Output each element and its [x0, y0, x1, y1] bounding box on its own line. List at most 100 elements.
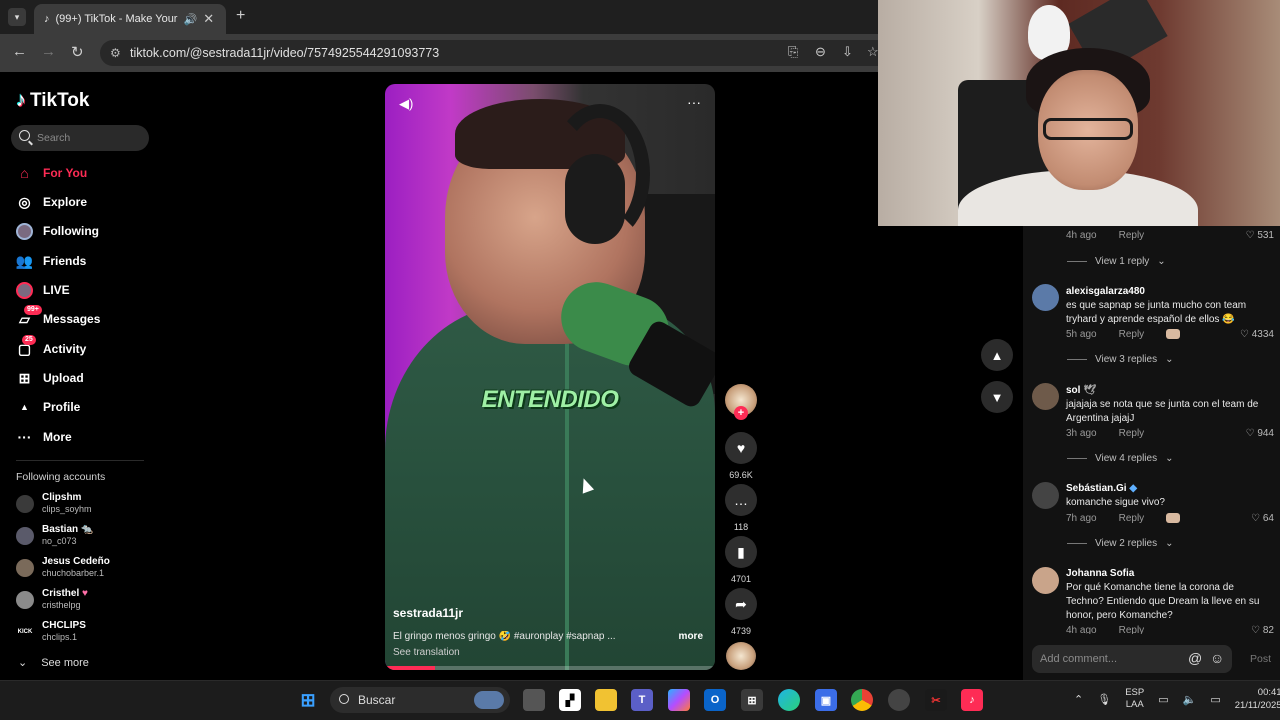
account-item[interactable]: Jesus Cedeño chuchobarber.1	[16, 556, 110, 579]
close-tab-icon[interactable]: ✕	[203, 11, 214, 27]
clock[interactable]: 00:41 21/11/2025	[1235, 686, 1280, 712]
more-options-icon[interactable]: ···	[687, 94, 701, 110]
volume-icon[interactable]: 🔈	[1183, 693, 1197, 706]
nav-explore[interactable]: ◎ Explore	[16, 192, 87, 212]
volume-icon[interactable]: ◀)	[399, 96, 413, 112]
new-tab-icon[interactable]: +	[236, 7, 245, 25]
network-icon[interactable]: ▭	[1158, 693, 1168, 706]
zoom-icon[interactable]: ⊖	[815, 44, 826, 60]
nav-messages[interactable]: ▱ 99+ Messages	[16, 304, 100, 329]
bookmark-star-icon[interactable]: ☆	[867, 44, 879, 60]
teams-icon[interactable]: T	[631, 689, 653, 711]
search-input[interactable]: Search	[11, 125, 149, 151]
tab-search-icon[interactable]: ▾	[8, 8, 26, 26]
view-replies-button[interactable]: View 1 reply ⌄	[1067, 256, 1166, 267]
reload-icon[interactable]: ↻	[71, 43, 84, 61]
nav-more[interactable]: ··· More	[16, 427, 72, 447]
post-button[interactable]: Post	[1250, 653, 1271, 665]
view-replies-button[interactable]: View 4 replies ⌄	[1067, 453, 1173, 464]
see-translation-link[interactable]: See translation	[393, 647, 460, 658]
comment-author[interactable]: Johanna Sofia	[1066, 568, 1134, 579]
nav-friends[interactable]: 👥 Friends	[16, 251, 87, 271]
outlook-icon[interactable]: O	[704, 689, 726, 711]
next-video-button[interactable]: ▼	[981, 381, 1013, 413]
nav-following[interactable]: Following	[16, 221, 99, 241]
comment-meta: 4h ago Reply	[1066, 230, 1145, 241]
webcam-glasses	[1043, 118, 1133, 140]
battery-icon[interactable]: ▭	[1210, 693, 1220, 706]
emoji-icon[interactable]: ☺	[1210, 650, 1224, 666]
task-view-icon[interactable]	[523, 689, 545, 711]
capcut-icon[interactable]: ✂	[925, 689, 947, 711]
account-item[interactable]: KICK CHCLIPS chclips.1	[16, 620, 86, 643]
avatar	[16, 494, 34, 513]
nav-upload[interactable]: ⊞ Upload	[16, 368, 84, 388]
comment-like[interactable]: ♡ 944	[1246, 428, 1274, 439]
creator-liked-icon	[1166, 329, 1181, 339]
account-item[interactable]: Clipshm clips_soyhm	[16, 492, 92, 515]
translate-icon[interactable]: ⎘	[788, 44, 798, 60]
comment-meta: 7h ago Reply	[1066, 513, 1181, 524]
reply-button[interactable]: Reply	[1119, 329, 1145, 340]
copilot-icon[interactable]	[668, 689, 690, 711]
account-item[interactable]: Bastian 🐀 no_c073	[16, 524, 93, 547]
back-icon[interactable]: ←	[12, 43, 27, 60]
share-button[interactable]: ➦ 4739	[724, 588, 758, 636]
language-indicator[interactable]: ESP LAA	[1125, 687, 1144, 711]
app-icon[interactable]: ▣	[815, 689, 837, 711]
comment-text: jajajaja se nota que se junta con el tea…	[1066, 399, 1259, 424]
comment-author[interactable]: sol 🕊	[1066, 385, 1096, 396]
see-more-button[interactable]: ⌄ See more	[18, 656, 89, 670]
comment-author[interactable]: Sebástian.Gi ◆	[1066, 483, 1137, 494]
microphone-icon[interactable]: 🎙	[1097, 693, 1111, 706]
nav-live[interactable]: LIVE	[16, 280, 70, 300]
save-button[interactable]: ▮ 4701	[724, 536, 758, 584]
nav-for-you[interactable]: ⌂ For You	[16, 163, 87, 183]
site-info-icon[interactable]: ⚙	[110, 46, 121, 60]
address-bar[interactable]: ⚙ tiktok.com/@sestrada11jr/video/7574925…	[100, 40, 880, 66]
previous-video-button[interactable]: ▲	[981, 339, 1013, 371]
comment-like[interactable]: ♡ 531	[1246, 230, 1274, 241]
reply-button[interactable]: Reply	[1119, 513, 1145, 524]
comment-like[interactable]: ♡ 64	[1251, 513, 1274, 524]
avatar[interactable]	[1032, 567, 1059, 594]
follow-plus-icon[interactable]: +	[734, 406, 748, 420]
avatar[interactable]	[1032, 383, 1059, 410]
chrome-icon[interactable]	[851, 689, 873, 711]
like-button[interactable]: ♥ 69.6K	[724, 432, 758, 480]
forward-icon[interactable]: →	[41, 43, 56, 60]
avatar[interactable]	[1032, 284, 1059, 311]
nav-activity[interactable]: ▢ 25 Activity	[16, 334, 86, 359]
music-disc[interactable]	[726, 642, 756, 670]
mention-icon[interactable]: @	[1188, 650, 1202, 666]
compass-icon: ◎	[18, 193, 31, 210]
nav-profile[interactable]: ▲ Profile	[16, 397, 80, 417]
chevron-up-icon[interactable]: ⌃	[1074, 693, 1083, 706]
avatar[interactable]	[1032, 482, 1059, 509]
video-player[interactable]: ENTENDIDO ◀) ··· sestrada11jr El gringo …	[385, 84, 715, 670]
windows-start-icon[interactable]: ⊞	[297, 689, 319, 711]
tiktok-logo[interactable]: ♪ TikTok	[16, 89, 89, 112]
tiktok-app-icon[interactable]: ♪	[961, 689, 983, 711]
account-item[interactable]: Cristhel ♥ cristhelpg	[16, 588, 88, 611]
video-author[interactable]: sestrada11jr	[393, 606, 463, 620]
share-icon: ➦	[725, 588, 757, 620]
comment-button[interactable]: … 118	[724, 484, 758, 532]
install-app-icon[interactable]: ⇩	[842, 44, 853, 60]
widgets-icon[interactable]: ▞	[559, 689, 581, 711]
reply-button[interactable]: Reply	[1119, 428, 1145, 439]
obs-icon[interactable]	[888, 689, 910, 711]
microsoft-store-icon[interactable]: ⊞	[741, 689, 763, 711]
description-more-button[interactable]: more	[679, 631, 703, 642]
taskbar-search[interactable]: Buscar	[330, 687, 510, 713]
speaker-icon[interactable]: 🔊	[184, 13, 198, 26]
comment-like[interactable]: ♡ 4334	[1240, 329, 1274, 340]
video-progress-bar[interactable]	[385, 666, 715, 670]
file-explorer-icon[interactable]	[595, 689, 617, 711]
reply-button[interactable]: Reply	[1119, 230, 1145, 241]
comment-author[interactable]: alexisgalarza480	[1066, 286, 1145, 297]
edge-icon[interactable]	[778, 689, 800, 711]
view-replies-button[interactable]: View 2 replies ⌄	[1067, 538, 1173, 549]
browser-tab[interactable]: ♪ (99+) TikTok - Make Your Day 🔊 ✕	[34, 4, 226, 34]
view-replies-button[interactable]: View 3 replies ⌄	[1067, 354, 1173, 365]
